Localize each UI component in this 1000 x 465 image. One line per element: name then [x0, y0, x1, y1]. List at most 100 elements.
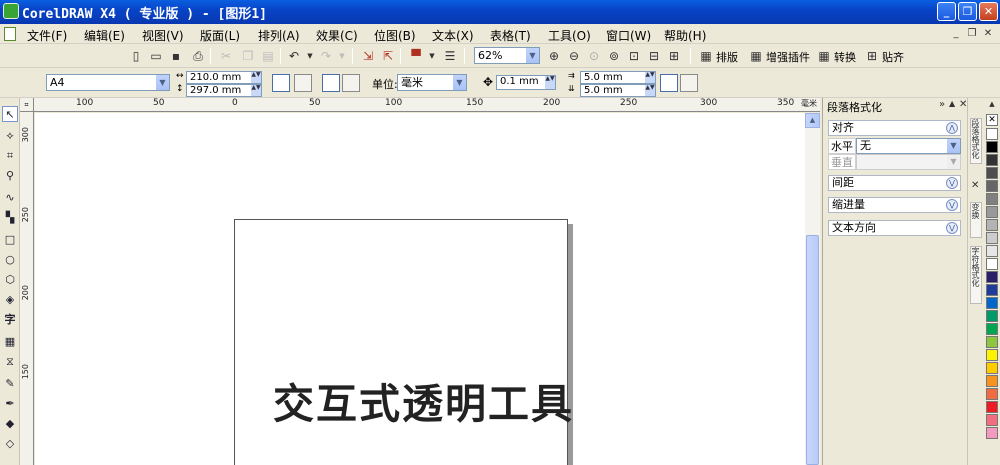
close-button[interactable]: ✕ [979, 2, 998, 21]
docker-expand-icon[interactable]: » [939, 99, 945, 110]
color-swatch[interactable] [986, 362, 998, 374]
welcome-screen-icon[interactable]: ☰ [442, 48, 458, 64]
launcher-dropdown-icon[interactable]: ▼ [424, 48, 440, 64]
menu-tools[interactable]: 工具(O) [548, 27, 591, 44]
current-page-button[interactable] [342, 74, 360, 92]
layout-icon[interactable]: ▦ [698, 48, 714, 64]
undo-icon[interactable]: ↶ [286, 48, 302, 64]
open-icon[interactable]: ▭ [148, 48, 164, 64]
copy-icon[interactable]: ❐ [240, 48, 256, 64]
crop-tool-icon[interactable]: ⌗ [2, 148, 18, 164]
color-swatch[interactable] [986, 193, 998, 205]
scroll-thumb[interactable] [806, 235, 819, 465]
all-pages-button[interactable] [322, 74, 340, 92]
menu-edit[interactable]: 编辑(E) [84, 27, 125, 44]
chevron-down-icon[interactable]: ⋁ [946, 222, 958, 234]
color-swatch[interactable] [986, 206, 998, 218]
docker-collapse-icon[interactable]: ▲ [949, 99, 955, 108]
indent-section-header[interactable]: 缩进量 ⋁ [828, 197, 961, 213]
print-icon[interactable]: ⎙ [190, 48, 206, 64]
vertical-ruler[interactable]: 300 250 200 150 [20, 112, 34, 465]
restore-button[interactable]: ❐ [958, 2, 977, 21]
menu-file[interactable]: 文件(F) [27, 27, 67, 44]
page-height-field[interactable]: 297.0 mm ▲▼ [186, 84, 262, 97]
chevron-down-icon[interactable]: ▼ [156, 75, 169, 90]
zoom-page-height-icon[interactable]: ⊞ [666, 48, 682, 64]
table-tool-icon[interactable]: ▦ [2, 334, 18, 350]
drawing-canvas[interactable]: 交互式透明工具 [35, 113, 805, 465]
chevron-up-icon[interactable]: ⋀ [946, 122, 958, 134]
color-swatch[interactable] [986, 141, 998, 153]
paper-size-select[interactable]: A4 ▼ [46, 74, 170, 91]
export-icon[interactable]: ⇱ [380, 48, 396, 64]
menu-table[interactable]: 表格(T) [490, 27, 531, 44]
redo-icon[interactable]: ↷ [318, 48, 334, 64]
menu-effects[interactable]: 效果(C) [316, 27, 358, 44]
fill-tool-icon[interactable]: ◆ [2, 416, 18, 432]
color-swatch[interactable] [986, 310, 998, 322]
snap-icon[interactable]: ⊞ [864, 48, 880, 64]
smart-fill-tool-icon[interactable]: ▚ [2, 210, 18, 226]
treat-as-filled-button[interactable] [660, 74, 678, 92]
outline-tool-icon[interactable]: ✒ [2, 396, 18, 412]
horizontal-ruler[interactable]: 100 50 0 50 100 150 200 250 300 350 毫米 [20, 98, 820, 112]
page-width-field[interactable]: 210.0 mm ▲▼ [186, 71, 262, 84]
zoom-selected-icon[interactable]: ⊙ [586, 48, 602, 64]
color-swatch[interactable] [986, 401, 998, 413]
pick-tool-icon[interactable]: ↖ [2, 106, 18, 122]
color-swatch[interactable] [986, 245, 998, 257]
new-document-icon[interactable]: ▯ [128, 48, 144, 64]
import-icon[interactable]: ⇲ [360, 48, 376, 64]
text-direction-section-header[interactable]: 文本方向 ⋁ [828, 220, 961, 236]
zoom-all-objects-icon[interactable]: ⊚ [606, 48, 622, 64]
layout-button[interactable]: 排版 [716, 49, 738, 65]
color-swatch[interactable] [986, 128, 998, 140]
color-swatch[interactable] [986, 388, 998, 400]
landscape-button[interactable] [294, 74, 312, 92]
vertical-align-select[interactable]: ▼ [856, 154, 961, 170]
eyedropper-tool-icon[interactable]: ✎ [2, 376, 18, 392]
align-section-header[interactable]: 对齐 ⋀ [828, 120, 961, 136]
doc-restore-button[interactable]: ❐ [966, 28, 978, 40]
minimize-button[interactable]: _ [937, 2, 956, 21]
shape-tool-icon[interactable]: ⟡ [2, 128, 18, 144]
freehand-tool-icon[interactable]: ∿ [2, 190, 18, 206]
docker-tab-paragraph-formatting[interactable]: 段落格式化 [970, 118, 982, 164]
artistic-text-object[interactable]: 交互式透明工具 [273, 370, 574, 430]
zoom-level-select[interactable]: 62% ▼ [474, 47, 540, 64]
color-swatch[interactable] [986, 219, 998, 231]
enhance-plugin-icon[interactable]: ▦ [748, 48, 764, 64]
text-tool-icon[interactable]: 字 [2, 312, 18, 328]
color-swatch[interactable] [986, 180, 998, 192]
ruler-origin[interactable]: ⌗ [20, 98, 34, 112]
scroll-up-button[interactable]: ▲ [805, 113, 820, 128]
document-page[interactable]: 交互式透明工具 [234, 219, 572, 465]
color-swatch[interactable] [986, 336, 998, 348]
chevron-down-icon[interactable]: ⋁ [946, 177, 958, 189]
spacing-section-header[interactable]: 间距 ⋁ [828, 175, 961, 191]
menu-window[interactable]: 窗口(W) [606, 27, 651, 44]
interactive-fill-tool-icon[interactable]: ◇ [2, 436, 18, 452]
zoom-tool-icon[interactable]: ⚲ [2, 168, 18, 184]
units-select[interactable]: 毫米 ▼ [397, 74, 467, 91]
chevron-down-icon[interactable]: ▼ [453, 75, 466, 90]
application-launcher-icon[interactable]: ▀ [408, 48, 424, 64]
color-swatch[interactable] [986, 297, 998, 309]
coreldraw-app-icon[interactable] [3, 3, 19, 19]
zoom-in-icon[interactable]: ⊕ [546, 48, 562, 64]
spin-arrows-icon[interactable]: ▲▼ [645, 72, 655, 83]
menu-bitmaps[interactable]: 位图(B) [374, 27, 416, 44]
menu-help[interactable]: 帮助(H) [664, 27, 706, 44]
menu-text[interactable]: 文本(X) [432, 27, 474, 44]
chevron-down-icon[interactable]: ⋁ [946, 199, 958, 211]
spin-arrows-icon[interactable]: ▲▼ [645, 85, 655, 96]
polygon-tool-icon[interactable]: ⬡ [2, 272, 18, 288]
chevron-down-icon[interactable]: ▼ [526, 48, 539, 63]
color-swatch[interactable] [986, 167, 998, 179]
duplicate-distance-y-field[interactable]: 5.0 mm ▲▼ [580, 84, 656, 97]
color-swatch[interactable] [986, 258, 998, 270]
tab-close-icon[interactable]: ✕ [971, 180, 979, 191]
interactive-blend-tool-icon[interactable]: ⧖ [2, 354, 18, 370]
color-swatch[interactable] [986, 375, 998, 387]
palette-scroll-up-icon[interactable]: ▲ [986, 100, 998, 110]
